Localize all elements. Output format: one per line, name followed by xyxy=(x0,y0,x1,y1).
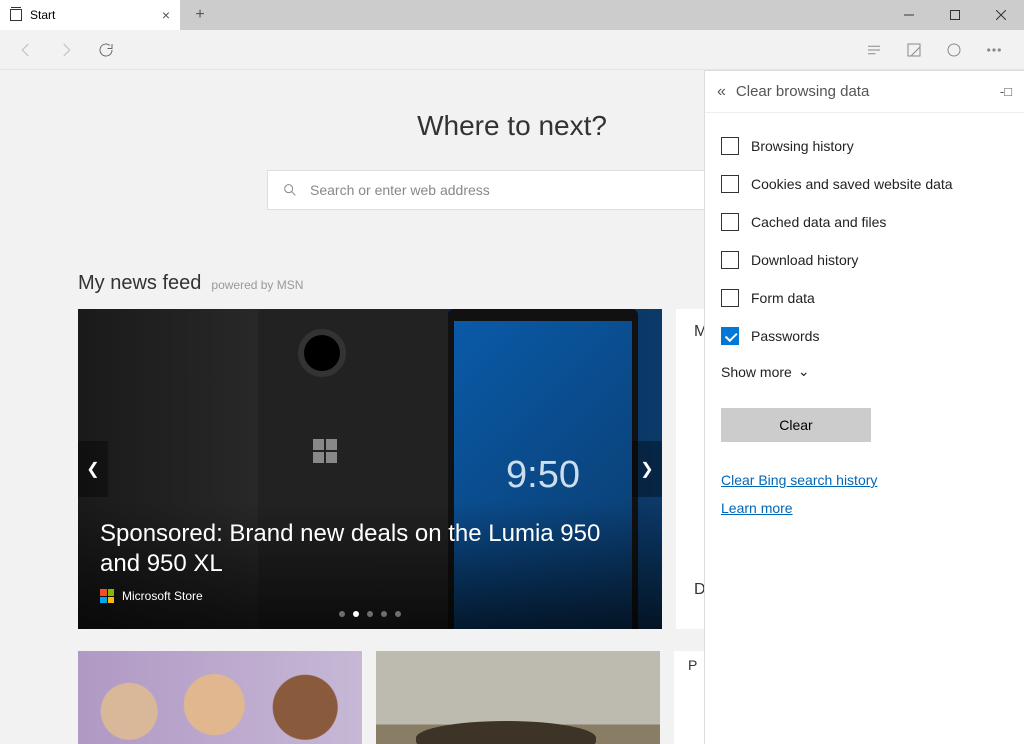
checkbox-label: Browsing history xyxy=(751,138,854,154)
thumb-label: P xyxy=(688,657,697,673)
address-search-bar[interactable] xyxy=(267,170,757,210)
checkbox-label: Cookies and saved website data xyxy=(751,176,953,192)
page-icon xyxy=(10,9,22,21)
checkbox-label: Cached data and files xyxy=(751,214,886,230)
titlebar: Start × + xyxy=(0,0,1024,30)
window-controls xyxy=(886,0,1024,30)
checkbox-icon[interactable] xyxy=(721,137,739,155)
refresh-button[interactable] xyxy=(88,32,124,68)
close-window-button[interactable] xyxy=(978,0,1024,30)
checkbox-icon[interactable] xyxy=(721,175,739,193)
maximize-button[interactable] xyxy=(932,0,978,30)
feed-hero-card[interactable]: 9:50 ❮ ❯ Sponsored: Brand new deals on t… xyxy=(78,309,662,629)
clear-browsing-data-panel: « Clear browsing data ‑□ Browsing histor… xyxy=(704,70,1024,744)
forward-button[interactable] xyxy=(48,32,84,68)
panel-body: Browsing history Cookies and saved websit… xyxy=(705,113,1024,530)
pin-icon[interactable]: ‑□ xyxy=(1000,84,1012,99)
checkbox-row-1[interactable]: Cookies and saved website data xyxy=(721,165,1008,203)
hero-headline: Sponsored: Brand new deals on the Lumia … xyxy=(100,519,640,579)
feed-heading-text: My news feed xyxy=(78,272,201,295)
checkbox-icon[interactable] xyxy=(721,327,739,345)
show-more-label: Show more xyxy=(721,364,792,380)
hero-overlay: Sponsored: Brand new deals on the Lumia … xyxy=(78,501,662,629)
checkbox-label: Form data xyxy=(751,290,815,306)
chevron-down-icon: ⌄ xyxy=(798,363,810,380)
news-thumb-1[interactable] xyxy=(78,651,362,744)
checkbox-label: Download history xyxy=(751,252,858,268)
close-icon[interactable]: × xyxy=(162,7,170,23)
checkbox-row-5[interactable]: Passwords xyxy=(721,317,1008,355)
tab-title: Start xyxy=(30,8,55,22)
learn-more-link[interactable]: Learn more xyxy=(721,500,1008,516)
back-button[interactable] xyxy=(8,32,44,68)
new-tab-button[interactable]: + xyxy=(180,0,220,30)
browser-tab[interactable]: Start × xyxy=(0,0,180,30)
hero-source: Microsoft Store xyxy=(122,589,203,603)
news-thumb-2[interactable] xyxy=(376,651,660,744)
carousel-prev-button[interactable]: ❮ xyxy=(78,441,108,497)
clear-bing-history-link[interactable]: Clear Bing search history xyxy=(721,472,1008,488)
checkbox-icon[interactable] xyxy=(721,289,739,307)
panel-back-button[interactable]: « xyxy=(717,83,726,101)
feed-subheading: powered by MSN xyxy=(211,278,303,292)
checkbox-row-3[interactable]: Download history xyxy=(721,241,1008,279)
show-more-button[interactable]: Show more ⌄ xyxy=(721,363,1008,380)
share-button[interactable] xyxy=(936,32,972,68)
hub-button[interactable] xyxy=(856,32,892,68)
checkbox-row-4[interactable]: Form data xyxy=(721,279,1008,317)
carousel-dots[interactable] xyxy=(339,611,401,617)
microsoft-logo-icon xyxy=(100,589,114,603)
webnote-button[interactable] xyxy=(896,32,932,68)
toolbar xyxy=(0,30,1024,70)
checkbox-row-0[interactable]: Browsing history xyxy=(721,127,1008,165)
checkbox-icon[interactable] xyxy=(721,213,739,231)
search-icon xyxy=(282,182,298,198)
minimize-button[interactable] xyxy=(886,0,932,30)
carousel-next-button[interactable]: ❯ xyxy=(632,441,662,497)
panel-title: Clear browsing data xyxy=(736,83,990,100)
checkbox-row-2[interactable]: Cached data and files xyxy=(721,203,1008,241)
more-button[interactable] xyxy=(976,32,1012,68)
checkbox-label: Passwords xyxy=(751,328,819,344)
checkbox-icon[interactable] xyxy=(721,251,739,269)
search-input[interactable] xyxy=(310,182,742,198)
clear-button[interactable]: Clear xyxy=(721,408,871,442)
